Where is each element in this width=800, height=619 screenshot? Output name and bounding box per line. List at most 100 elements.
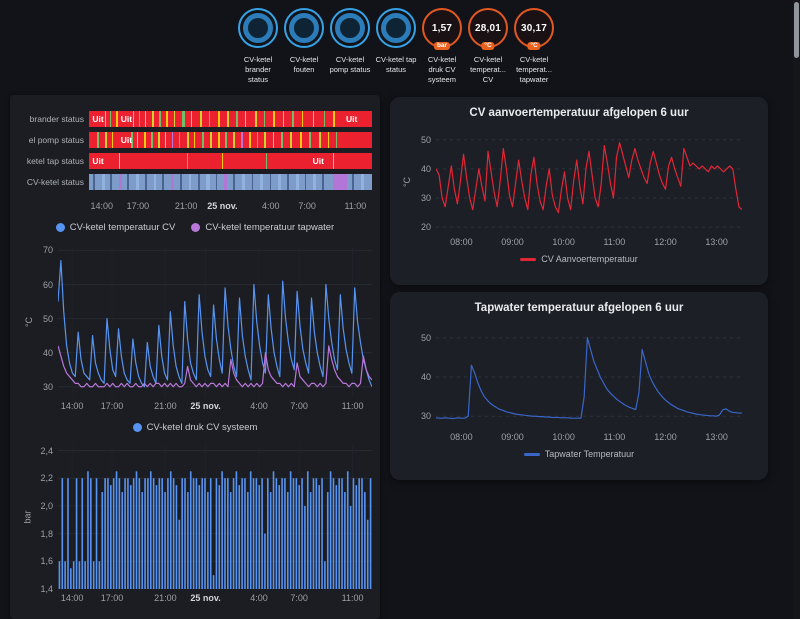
state-segment (110, 174, 112, 190)
timeline-row-label: CV-ketel status (26, 177, 84, 187)
y-axis-label-text: °C (23, 316, 34, 328)
state-segment (332, 174, 347, 190)
state-segment (260, 174, 263, 190)
timeline-track[interactable] (89, 174, 372, 190)
tapwater-x-axis: 08:00 09:00 10:00 11:00 12:00 13:00 (436, 432, 742, 444)
y-axis-label: °C (24, 247, 34, 397)
chart-plot[interactable] (58, 247, 372, 397)
state-segment (272, 111, 275, 127)
page-scrollbar[interactable] (793, 0, 800, 619)
state-segment (236, 111, 238, 127)
x-tick: 21:00 (154, 401, 177, 411)
y-tick: 70 (42, 245, 53, 256)
temperature-legend: CV-ketel temperatuur CV CV-ketel temperat… (10, 222, 380, 233)
legend-label: CV Aanvoertemperatuur (541, 254, 638, 264)
y-tick: 1,6 (40, 556, 53, 567)
stat-cv-ketel-brander-status[interactable]: CV-ketel brander status (236, 8, 280, 84)
state-segment (224, 174, 227, 190)
tapwater-chart[interactable]: 30 40 50 (421, 326, 742, 428)
state-segment (158, 132, 161, 148)
state-segment (245, 111, 247, 127)
state-segment (206, 174, 210, 190)
timeline-track[interactable]: Uit Uit Uit (89, 111, 372, 127)
timeline-track[interactable]: Uit (89, 132, 372, 148)
state-segment (360, 174, 364, 190)
stat-value: 1,57 (431, 22, 453, 34)
state-segment (101, 174, 106, 190)
stat-label: CV-ketel temperat... CV (470, 55, 506, 84)
state-label: Uit (312, 156, 324, 166)
status-timeline-rows: brander status Uit Uit Uit el pomp status Uit… (14, 111, 372, 195)
state-segment (186, 153, 189, 169)
unit-badge: °C (481, 41, 495, 50)
x-tick: 12:00 (654, 237, 677, 247)
stat-cv-ketel-druk-cv-systeem[interactable]: 1,57 bar CV-ketel druk CV systeem (420, 8, 464, 84)
stat-cv-ketel-fouten[interactable]: CV-ketel fouten (282, 8, 326, 84)
scrollbar-thumb[interactable] (794, 2, 799, 58)
y-tick: 30 (420, 411, 431, 422)
legend-line-swatch (520, 257, 537, 261)
y-axis-label: bar (21, 445, 34, 589)
stat-cv-ketel-temperat-cv[interactable]: 28,01 °C CV-ketel temperat... CV (466, 8, 510, 84)
y-axis-label-text: bar (22, 510, 33, 524)
x-tick: 7:00 (290, 593, 308, 603)
status-ring-icon (289, 13, 319, 43)
state-segment (151, 111, 155, 127)
state-segment (227, 111, 229, 127)
x-tick: 4:00 (250, 593, 268, 603)
binary-status-icon (284, 8, 324, 48)
state-segment (110, 111, 112, 127)
x-tick: 11:00 (603, 237, 626, 247)
cv-aanvoer-chart[interactable]: °C 20 30 40 50 (402, 131, 742, 233)
state-segment (164, 132, 166, 148)
stat-cv-ketel-tap-status[interactable]: CV-ketel tap status (374, 8, 418, 84)
legend-item-cv-ketel-temperatuur-tapwater[interactable]: CV-ketel temperatuur tapwater (191, 222, 334, 233)
state-label: Uit (120, 114, 133, 124)
state-segment (112, 132, 114, 148)
state-segment (132, 111, 135, 127)
stat-label: CV-ketel fouten (289, 55, 319, 74)
temperature-chart[interactable]: °C 30 40 50 60 70 (24, 245, 372, 397)
y-axis-label-text: °C (401, 176, 412, 188)
pressure-x-axis: 14:00 17:00 21:00 25 nov. 4:00 7:00 11:00 (58, 593, 372, 605)
y-tick: 40 (420, 372, 431, 382)
state-segment (105, 132, 108, 148)
state-segment (287, 174, 289, 190)
pressure-chart[interactable]: bar 1,4 1,6 1,8 2,0 2,2 2,4 (22, 445, 372, 594)
state-segment (233, 174, 236, 190)
stat-cv-ketel-temperat-tapwater[interactable]: 30,17 °C CV-ketel temperat... tapwater (512, 8, 556, 84)
state-segment (352, 174, 355, 190)
stat-cv-ketel-pomp-status[interactable]: CV-ketel pomp status (328, 8, 372, 84)
timeline-track[interactable]: Uit Uit (89, 153, 372, 169)
state-segment (182, 111, 185, 127)
state-segment (328, 132, 330, 148)
gauge-icon: 30,17 °C (514, 8, 554, 50)
state-segment (135, 174, 140, 190)
state-segment (104, 111, 107, 127)
x-tick: 17:00 (126, 201, 150, 211)
legend-item-cv-ketel-temperatuur-cv[interactable]: CV-ketel temperatuur CV (55, 222, 175, 233)
binary-status-icon (330, 8, 370, 48)
chart-plot[interactable] (436, 326, 742, 428)
y-tick: 50 (420, 332, 431, 343)
x-tick: 17:00 (100, 401, 124, 411)
temperature-x-axis: 14:00 17:00 21:00 25 nov. 4:00 7:00 11:00 (58, 401, 372, 413)
x-tick: 10:00 (552, 432, 575, 442)
chart-plot[interactable] (58, 445, 372, 589)
legend-item-cv-aanvoertemperatuur[interactable]: CV Aanvoertemperatuur (520, 254, 638, 264)
state-segment (263, 111, 266, 127)
y-tick: 2,4 (40, 445, 53, 456)
stats-row: CV-ketel brander status CV-ketel fouten CV… (236, 8, 556, 84)
state-segment (93, 174, 96, 190)
state-segment (178, 132, 181, 148)
state-segment (256, 132, 258, 148)
legend-item-cv-ketel-druk-cv-systeem[interactable]: CV-ketel druk CV systeem (132, 422, 257, 433)
chart-plot[interactable] (436, 131, 742, 233)
state-segment (171, 132, 174, 148)
legend-item-tapwater-temperatuur[interactable]: Tapwater Temperatuur (523, 449, 634, 459)
chart-canvas (58, 247, 372, 397)
state-segment (145, 111, 147, 127)
x-tick: 11:00 (603, 432, 626, 442)
state-segment (115, 111, 119, 127)
timeline-x-axis: 14:00 17:00 21:00 25 nov. 4:00 7:00 11:00 (89, 201, 373, 213)
